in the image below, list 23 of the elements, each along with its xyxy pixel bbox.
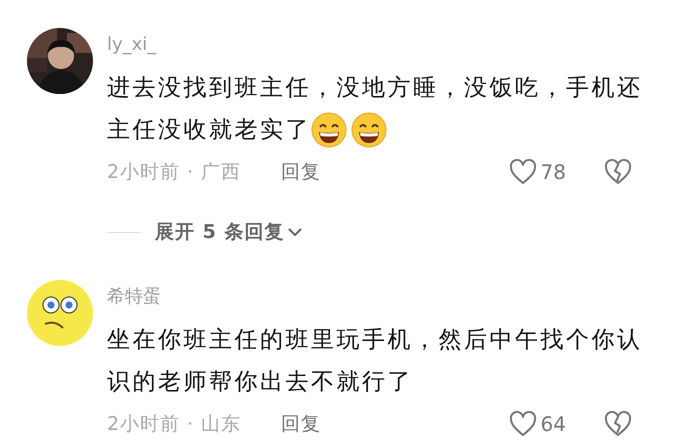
chevron-down-icon	[288, 228, 302, 236]
username: ly_xi_	[107, 33, 156, 57]
grinning-face-icon	[311, 112, 347, 148]
dislike-button[interactable]	[604, 411, 632, 437]
heart-icon	[508, 159, 537, 185]
reply-button[interactable]: 回复	[281, 159, 322, 185]
dislike-button[interactable]	[604, 159, 632, 185]
comment-meta: 2小时前 · 山东	[107, 412, 242, 437]
like-button[interactable]: 78	[508, 159, 566, 185]
comment-meta: 2小时前 · 广西	[107, 160, 242, 185]
comment-text: 主任没收就老实了	[107, 116, 311, 145]
comment-text: 进去没找到班主任，没地方睡，没饭吃，手机还	[107, 74, 642, 103]
like-button[interactable]: 64	[508, 411, 566, 437]
comment-text: 坐在你班主任的班里玩手机，然后中午找个你认	[107, 326, 642, 355]
expand-replies-button[interactable]: 展开 5 条回复	[155, 219, 302, 245]
username: 希特蛋	[107, 285, 161, 309]
broken-heart-icon	[604, 411, 632, 437]
heart-icon	[508, 411, 537, 437]
broken-heart-icon	[604, 159, 632, 185]
comment-text: 识的老师帮你出去不就行了	[107, 368, 413, 397]
reply-button[interactable]: 回复	[281, 411, 322, 437]
grinning-face-icon	[351, 112, 387, 148]
avatar-icon	[27, 280, 93, 346]
